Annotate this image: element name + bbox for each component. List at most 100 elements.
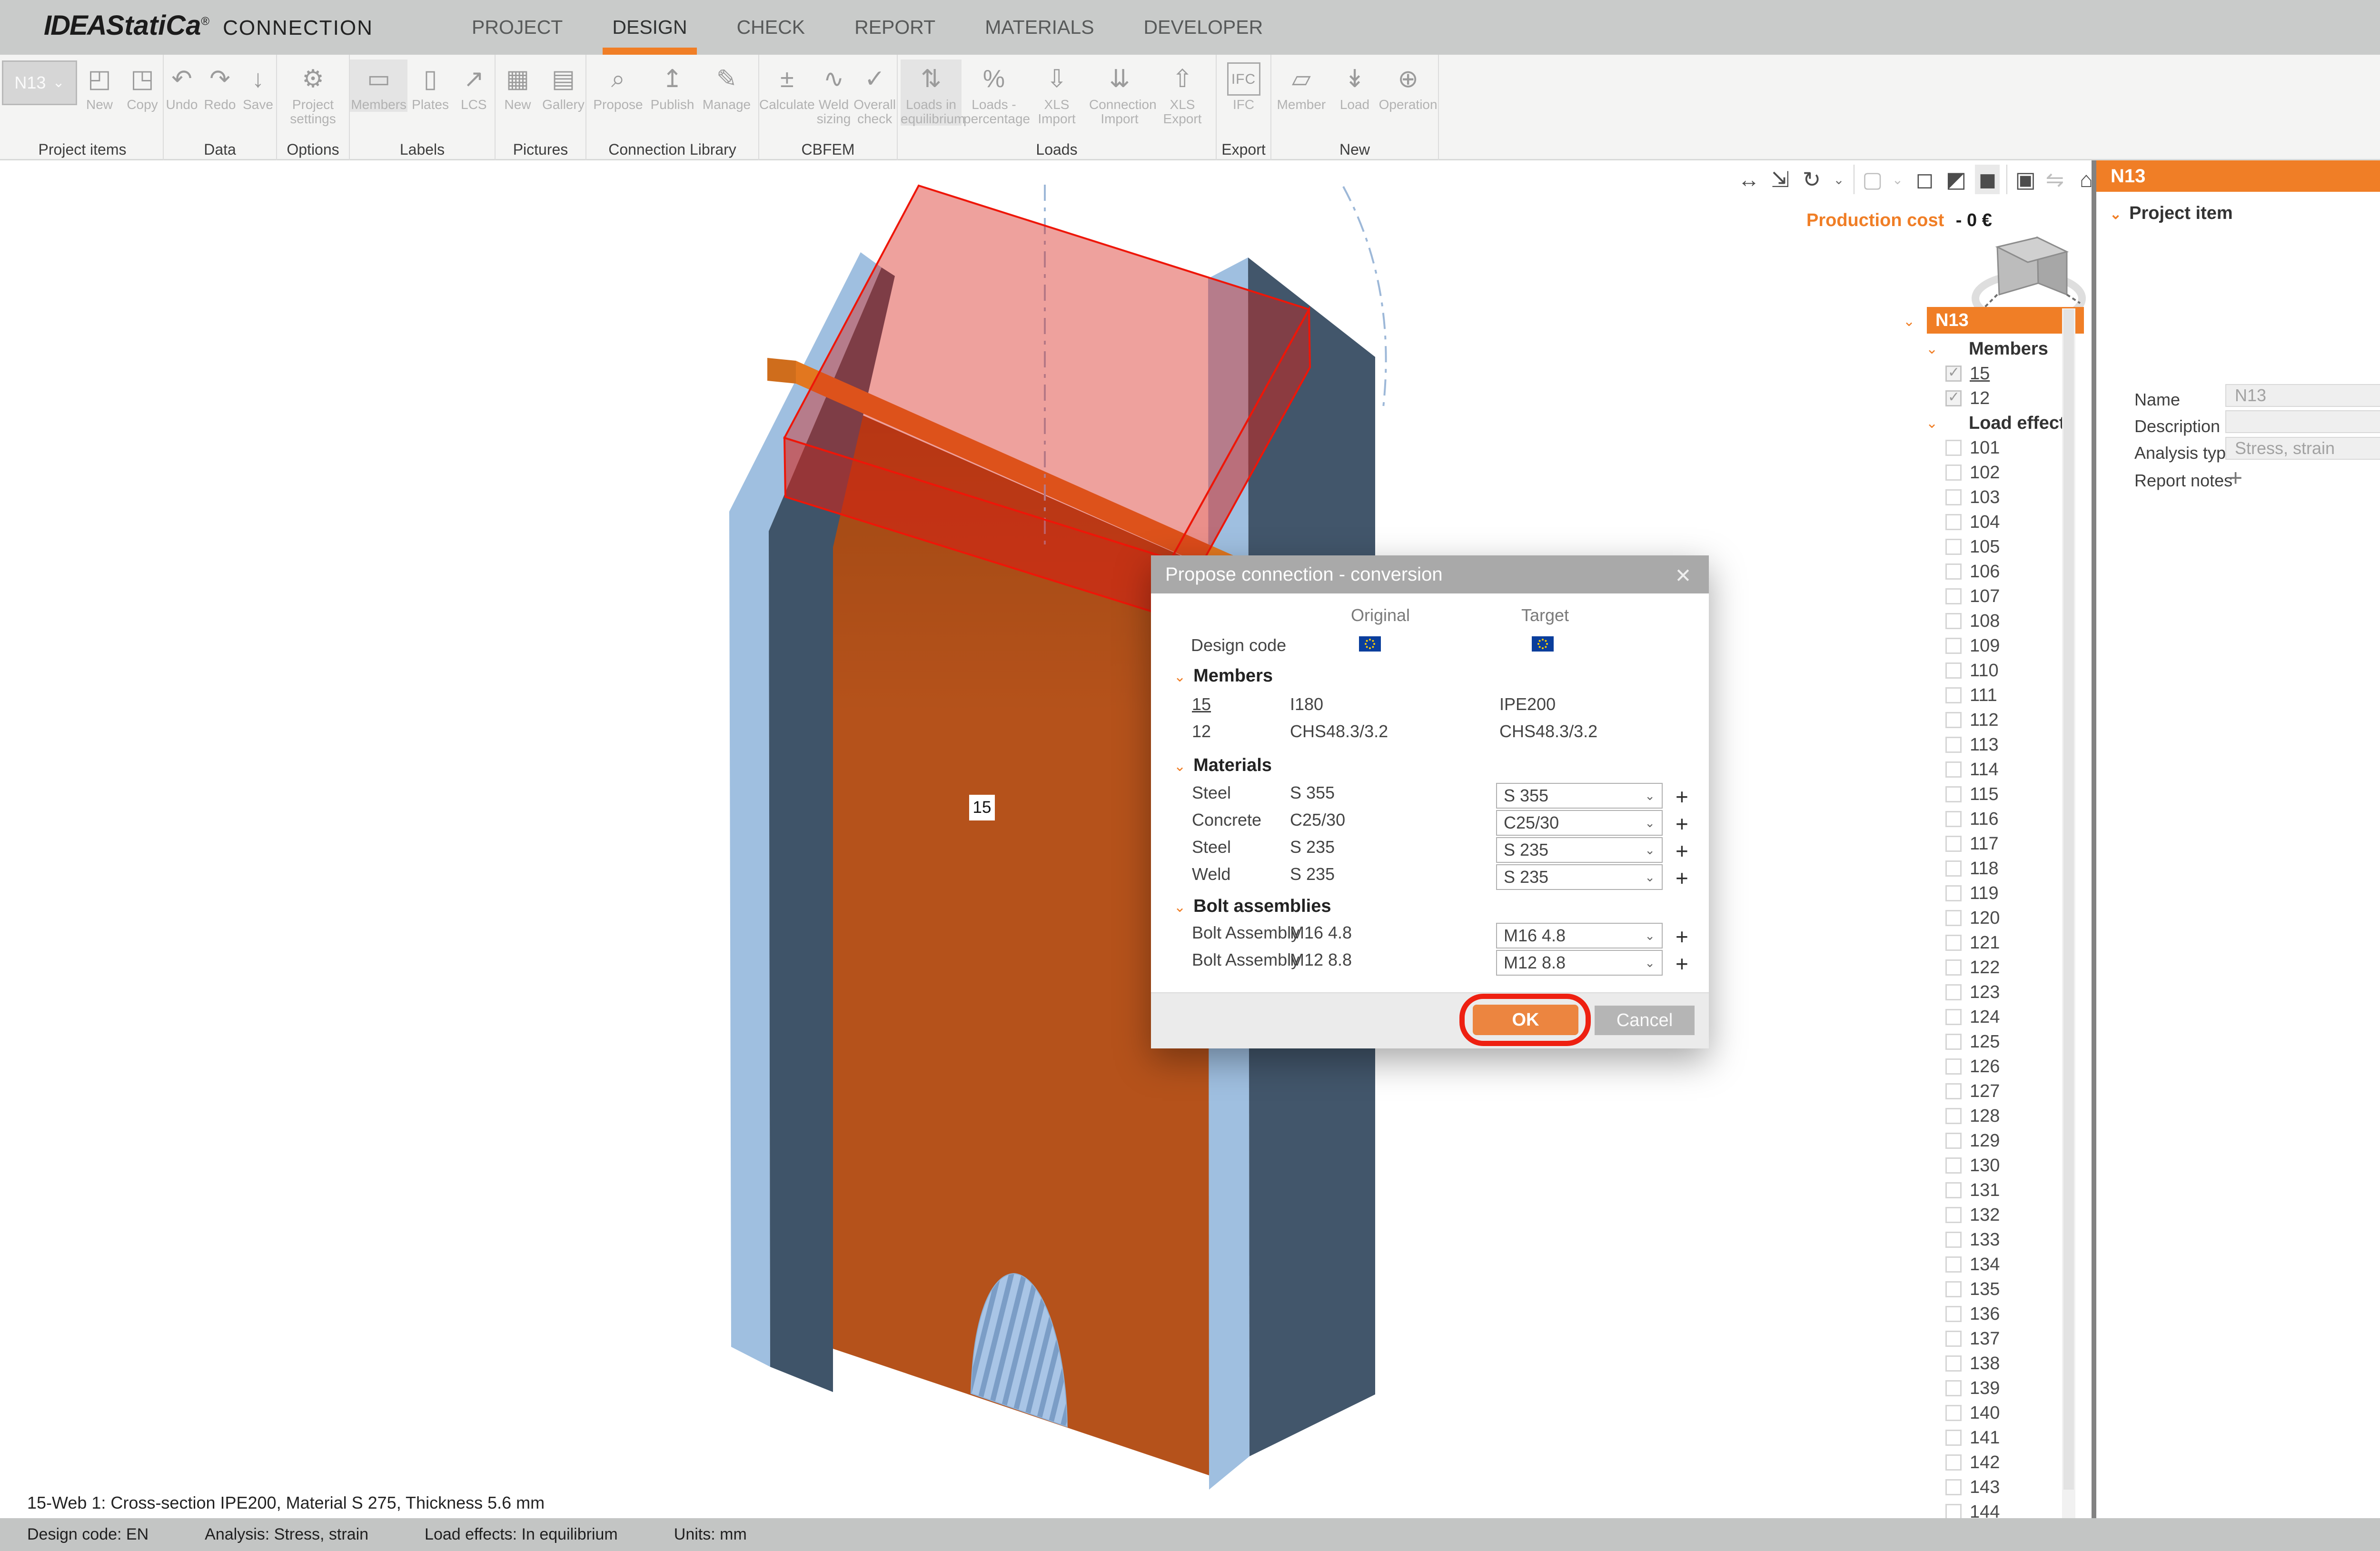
ribbon-button[interactable]: ⌕Propose xyxy=(588,59,649,112)
add-bolt-button[interactable]: + xyxy=(1676,951,1688,977)
ribbon-button[interactable]: N13 xyxy=(2,59,77,112)
panel-splitter[interactable] xyxy=(2092,160,2096,1518)
tree-load-effect-item[interactable]: 113 xyxy=(1899,732,2086,757)
load-effect-checkbox[interactable] xyxy=(1945,1182,1962,1198)
load-effect-checkbox[interactable] xyxy=(1945,984,1962,1000)
tree-node-n13[interactable]: ⌄ N13 xyxy=(1899,306,2086,336)
menu-tab[interactable]: CHECK xyxy=(734,0,808,55)
tree-load-effect-item[interactable]: 105 xyxy=(1899,534,2086,559)
section-project-item[interactable]: ⌄Project item xyxy=(2110,203,2233,224)
ribbon-button[interactable]: ±Calculate xyxy=(759,59,815,126)
chevron-down-icon[interactable]: ⌄ xyxy=(1926,341,1938,357)
load-effect-checkbox[interactable] xyxy=(1945,1355,1962,1372)
chevron-down-icon[interactable]: ⌄ xyxy=(1903,313,1915,330)
load-effect-checkbox[interactable] xyxy=(1945,836,1962,852)
member-id[interactable]: 15 xyxy=(1192,694,1211,714)
ribbon-button[interactable]: ▦New xyxy=(496,59,540,112)
tree-load-effect-item[interactable]: 140 xyxy=(1899,1401,2086,1425)
load-effect-checkbox[interactable] xyxy=(1945,737,1962,753)
viewport-tool-icon[interactable]: ⌄ xyxy=(1889,165,1905,194)
ribbon-button[interactable]: ◰New xyxy=(79,59,120,112)
tree-scrollbar-thumb[interactable] xyxy=(2063,309,2074,1490)
tree-load-effect-item[interactable]: 121 xyxy=(1899,930,2086,955)
load-effect-checkbox[interactable] xyxy=(1945,1256,1962,1273)
analysis-type-select[interactable]: Stress, strain⌄ xyxy=(2225,437,2380,460)
tree-member-item[interactable]: 12 xyxy=(1899,386,2086,411)
menu-tab[interactable]: PROJECT xyxy=(469,0,565,55)
name-field[interactable]: N13 xyxy=(2225,384,2380,407)
section-bolt-assemblies[interactable]: ⌄Bolt assemblies xyxy=(1174,896,1331,917)
ribbon-button[interactable]: ⇅Loads in equilibrium xyxy=(901,59,962,126)
menu-tab[interactable]: REPORT xyxy=(852,0,938,55)
tree-member-item[interactable]: 15 xyxy=(1899,361,2086,386)
ribbon-button[interactable]: ↗LCS xyxy=(453,59,495,112)
tree-load-effect-item[interactable]: 108 xyxy=(1899,609,2086,633)
tree-load-effect-item[interactable]: 109 xyxy=(1899,633,2086,658)
dialog-close-button[interactable]: ✕ xyxy=(1669,564,1697,587)
viewport-tool-icon[interactable]: ◩ xyxy=(1944,165,1968,194)
menu-tab[interactable]: DESIGN xyxy=(609,0,690,55)
tree-load-effect-item[interactable]: 126 xyxy=(1899,1054,2086,1079)
tree-load-effect-item[interactable]: 127 xyxy=(1899,1079,2086,1104)
tree-load-effect-item[interactable]: 112 xyxy=(1899,708,2086,732)
ribbon-button[interactable]: %Loads - percentage xyxy=(963,59,1024,126)
ribbon-button[interactable]: IFCIFC xyxy=(1222,59,1266,112)
tree-load-effect-item[interactable]: 110 xyxy=(1899,658,2086,683)
tree-load-effect-item[interactable]: 143 xyxy=(1899,1475,2086,1500)
tree-load-effect-item[interactable]: 141 xyxy=(1899,1425,2086,1450)
load-effect-checkbox[interactable] xyxy=(1945,1331,1962,1347)
tree-load-effect-item[interactable]: 125 xyxy=(1899,1029,2086,1054)
load-effect-checkbox[interactable] xyxy=(1945,712,1962,728)
load-effect-checkbox[interactable] xyxy=(1945,1058,1962,1075)
tree-load-effect-item[interactable]: 119 xyxy=(1899,881,2086,906)
tree-load-effect-item[interactable]: 137 xyxy=(1899,1326,2086,1351)
viewport-tool-icon[interactable]: ▢ xyxy=(1854,165,1883,194)
load-effect-checkbox[interactable] xyxy=(1945,1009,1962,1025)
load-effect-checkbox[interactable] xyxy=(1945,1430,1962,1446)
material-target-select[interactable]: S 235⌄ xyxy=(1496,837,1663,863)
add-report-note-button[interactable]: + xyxy=(2229,464,2242,492)
bolt-target-select[interactable]: M16 4.8⌄ xyxy=(1496,923,1663,948)
tree-group-load-effects[interactable]: ⌄ Load effects xyxy=(1899,411,2086,435)
load-effect-checkbox[interactable] xyxy=(1945,1380,1962,1396)
tree-load-effect-item[interactable]: 124 xyxy=(1899,1005,2086,1029)
tree-load-effect-item[interactable]: 128 xyxy=(1899,1104,2086,1128)
load-effect-checkbox[interactable] xyxy=(1945,1157,1962,1174)
load-effect-checkbox[interactable] xyxy=(1945,662,1962,679)
tree-load-effect-item[interactable]: 104 xyxy=(1899,510,2086,534)
load-effect-checkbox[interactable] xyxy=(1945,1133,1962,1149)
load-effect-checkbox[interactable] xyxy=(1945,489,1962,505)
ribbon-button[interactable]: ⇩XLS Import xyxy=(1026,59,1087,126)
tree-load-effect-item[interactable]: 139 xyxy=(1899,1376,2086,1401)
ribbon-button[interactable]: ↷Redo xyxy=(202,59,238,112)
load-effect-checkbox[interactable] xyxy=(1945,1281,1962,1297)
tree-load-effect-item[interactable]: 138 xyxy=(1899,1351,2086,1376)
tree-load-effect-item[interactable]: 106 xyxy=(1899,559,2086,584)
ok-button[interactable]: OK xyxy=(1473,1005,1578,1035)
tree-load-effect-item[interactable]: 122 xyxy=(1899,955,2086,980)
load-effect-checkbox[interactable] xyxy=(1945,1454,1962,1471)
ribbon-button[interactable]: ↶Undo xyxy=(164,59,200,112)
tree-load-effect-item[interactable]: 130 xyxy=(1899,1153,2086,1178)
load-effect-checkbox[interactable] xyxy=(1945,860,1962,877)
load-effect-checkbox[interactable] xyxy=(1945,588,1962,604)
description-field[interactable] xyxy=(2225,410,2380,433)
ribbon-button[interactable]: ▭Members xyxy=(350,59,407,112)
load-effect-checkbox[interactable] xyxy=(1945,1207,1962,1223)
ribbon-button[interactable]: ▱Member xyxy=(1271,59,1331,112)
viewport-tool-icon[interactable]: ◻ xyxy=(1912,165,1937,194)
ribbon-button[interactable]: ⊕Operation xyxy=(1378,59,1438,112)
load-effect-checkbox[interactable] xyxy=(1945,1405,1962,1421)
viewport-tool-icon[interactable]: ◼ xyxy=(1975,165,2000,194)
3d-viewport[interactable]: 15 ↔⇲↻⌄▢⌄◻◩◼▣⇋⌂ Production cost - 0 € 15… xyxy=(0,160,2092,1518)
tree-load-effect-item[interactable]: 123 xyxy=(1899,980,2086,1005)
tree-group-members[interactable]: ⌄ Members xyxy=(1899,336,2086,361)
section-members[interactable]: ⌄Members xyxy=(1174,666,1273,686)
viewport-tool-icon[interactable]: ↻ xyxy=(1799,165,1824,194)
viewport-tool-icon[interactable]: ⌄ xyxy=(1831,165,1847,194)
add-material-button[interactable]: + xyxy=(1676,865,1688,891)
add-bolt-button[interactable]: + xyxy=(1676,924,1688,949)
load-effect-checkbox[interactable] xyxy=(1945,910,1962,926)
load-effect-checkbox[interactable] xyxy=(1945,1034,1962,1050)
load-effect-checkbox[interactable] xyxy=(1945,1232,1962,1248)
